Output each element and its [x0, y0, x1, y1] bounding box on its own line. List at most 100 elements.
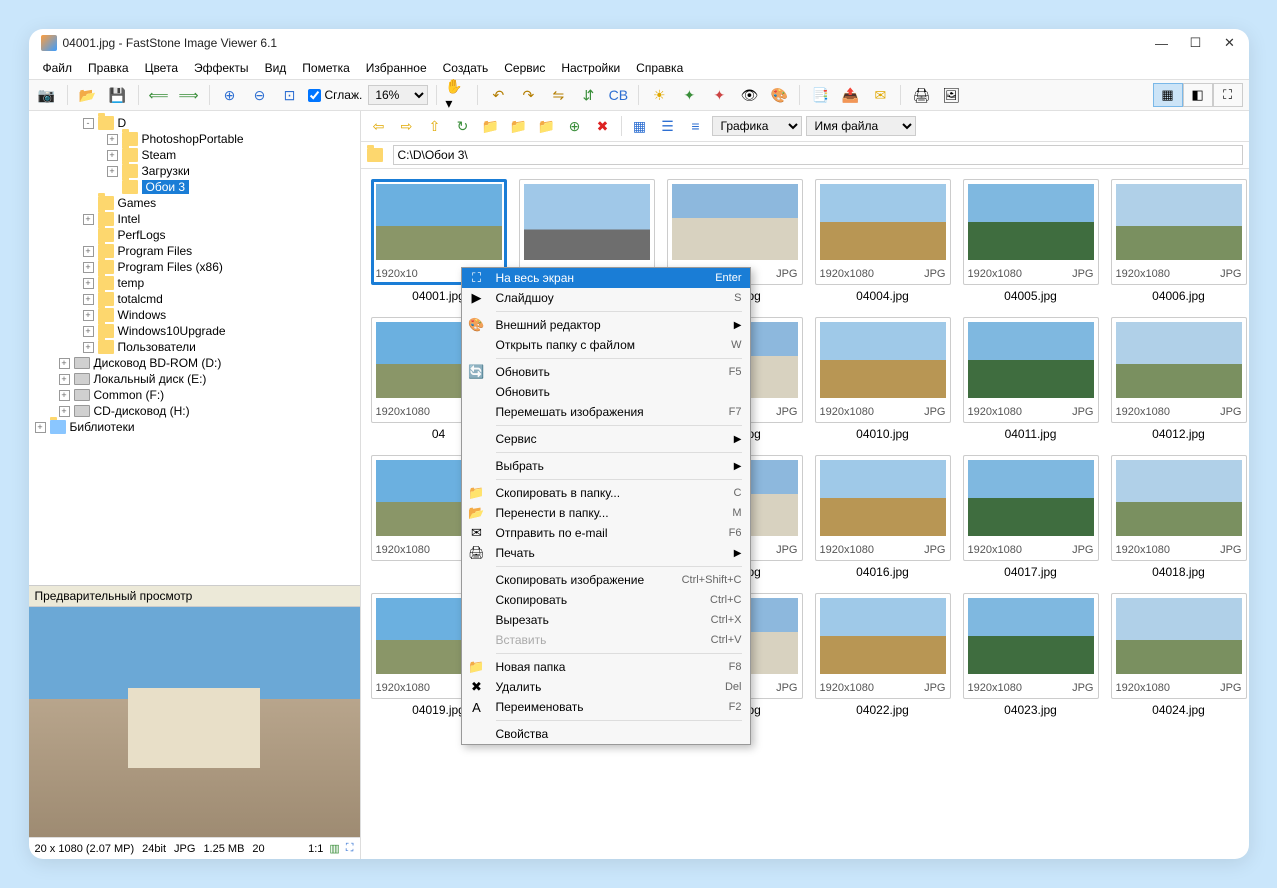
zoom-select[interactable]: 16%	[368, 85, 428, 105]
path-input[interactable]	[393, 145, 1243, 165]
tree-node[interactable]: +CD-дисковод (H:)	[29, 403, 360, 419]
menu-файл[interactable]: Файл	[37, 59, 79, 77]
tree-node[interactable]: +Пользователи	[29, 339, 360, 355]
rotate-right-icon[interactable]: ↷	[516, 83, 540, 107]
tree-node[interactable]: +temp	[29, 275, 360, 291]
ctx-item[interactable]: Скопировать изображениеCtrl+Shift+C	[462, 570, 750, 590]
wallpaper-icon[interactable]: 🖼	[939, 83, 963, 107]
menu-настройки[interactable]: Настройки	[555, 59, 626, 77]
ctx-item[interactable]: Сервис▶	[462, 429, 750, 449]
hand-icon[interactable]: ✋▾	[445, 83, 469, 107]
ctx-item[interactable]: 🖨Печать▶	[462, 543, 750, 563]
next-icon[interactable]: ⟹	[177, 83, 201, 107]
fav-add-icon[interactable]: ⊕	[563, 114, 587, 138]
nav-back-icon[interactable]: ⇦	[367, 114, 391, 138]
thumbnail[interactable]: 1920x1080JPG04017.jpg	[963, 455, 1099, 579]
delete-icon[interactable]: ✖	[591, 114, 615, 138]
tree-node[interactable]: +Intel	[29, 211, 360, 227]
redeye-icon[interactable]: 👁	[737, 83, 761, 107]
ctx-item[interactable]: 🎨Внешний редактор▶	[462, 315, 750, 335]
ctx-item[interactable]: ✉Отправить по e-mailF6	[462, 523, 750, 543]
ctx-item[interactable]: ВырезатьCtrl+X	[462, 610, 750, 630]
zoom-in-icon[interactable]: ⊕	[218, 83, 242, 107]
thumbnail[interactable]: 1920x1080JPG04012.jpg	[1111, 317, 1247, 441]
ctx-item[interactable]: Выбрать▶	[462, 456, 750, 476]
filter-select[interactable]: Графика	[712, 116, 802, 136]
menu-цвета[interactable]: Цвета	[139, 59, 184, 77]
ctx-item[interactable]: Обновить	[462, 382, 750, 402]
tree-node[interactable]: +Библиотеки	[29, 419, 360, 435]
minimize-button[interactable]: —	[1155, 36, 1169, 50]
ctx-item[interactable]: AПереименоватьF2	[462, 697, 750, 717]
menu-правка[interactable]: Правка	[82, 59, 135, 77]
tree-node[interactable]: +Windows10Upgrade	[29, 323, 360, 339]
tree-node[interactable]: +Загрузки	[29, 163, 360, 179]
ctx-item[interactable]: Перемешать изображенияF7	[462, 402, 750, 422]
move-folder-icon[interactable]: 📤	[838, 83, 862, 107]
tree-node[interactable]: PerfLogs	[29, 227, 360, 243]
tree-node[interactable]: +PhotoshopPortable	[29, 131, 360, 147]
fav2-icon[interactable]: 📁	[507, 114, 531, 138]
tree-node[interactable]: +Steam	[29, 147, 360, 163]
ctx-item[interactable]: Свойства	[462, 724, 750, 744]
ctx-item[interactable]: 📂Перенести в папку...M	[462, 503, 750, 523]
menu-вид[interactable]: Вид	[259, 59, 293, 77]
maximize-button[interactable]: ☐	[1189, 36, 1203, 50]
view-list-icon[interactable]: ☰	[656, 114, 680, 138]
tree-node[interactable]: -D	[29, 115, 360, 131]
menu-эффекты[interactable]: Эффекты	[188, 59, 255, 77]
view-large-icon[interactable]: ▦	[628, 114, 652, 138]
folder-tree[interactable]: -D+PhotoshopPortable+Steam+ЗагрузкиОбои …	[29, 111, 360, 585]
smooth-checkbox[interactable]	[308, 89, 321, 102]
flip-h-icon[interactable]: ⇋	[546, 83, 570, 107]
thumbnail[interactable]: 1920x1080JPG04022.jpg	[815, 593, 951, 717]
fullscreen-icon[interactable]: ⛶	[346, 842, 354, 855]
thumbnail[interactable]: 1920x1080JPG04006.jpg	[1111, 179, 1247, 303]
effect2-icon[interactable]: ✦	[677, 83, 701, 107]
tree-node[interactable]: Обои 3	[29, 179, 360, 195]
zoom-fit-icon[interactable]: ⊡	[278, 83, 302, 107]
ctx-item[interactable]: 📁Новая папкаF8	[462, 657, 750, 677]
ctx-item[interactable]: ⛶На весь экранEnter	[462, 268, 750, 288]
rotate-left-icon[interactable]: ↶	[486, 83, 510, 107]
thumbnail[interactable]: 1920x1080JPG04018.jpg	[1111, 455, 1247, 579]
ctx-item[interactable]: ✖УдалитьDel	[462, 677, 750, 697]
tree-node[interactable]: +totalcmd	[29, 291, 360, 307]
menu-справка[interactable]: Справка	[630, 59, 689, 77]
tree-node[interactable]: +Локальный диск (E:)	[29, 371, 360, 387]
thumbnail[interactable]: 1920x1080JPG04011.jpg	[963, 317, 1099, 441]
tree-node[interactable]: +Дисковод BD-ROM (D:)	[29, 355, 360, 371]
view-fullscreen-button[interactable]: ⛶	[1213, 83, 1243, 107]
open-icon[interactable]: 📂	[76, 83, 100, 107]
effect3-icon[interactable]: ✦	[707, 83, 731, 107]
ctx-item[interactable]: ▶СлайдшоуS	[462, 288, 750, 308]
color-icon[interactable]: 🎨	[767, 83, 791, 107]
fav1-icon[interactable]: 📁	[479, 114, 503, 138]
histogram-icon[interactable]: ▥	[329, 842, 339, 855]
sort-select[interactable]: Имя файла	[806, 116, 916, 136]
thumbnail[interactable]: 1920x1080JPG04010.jpg	[815, 317, 951, 441]
effect1-icon[interactable]: ☀	[647, 83, 671, 107]
flip-v-icon[interactable]: ⇵	[576, 83, 600, 107]
thumbnail[interactable]: 1920x1080JPG04004.jpg	[815, 179, 951, 303]
nav-up-icon[interactable]: ⇧	[423, 114, 447, 138]
tree-node[interactable]: +Program Files (x86)	[29, 259, 360, 275]
thumbnail[interactable]: 1920x1080JPG04016.jpg	[815, 455, 951, 579]
ctx-item[interactable]: СкопироватьCtrl+C	[462, 590, 750, 610]
tree-node[interactable]: +Program Files	[29, 243, 360, 259]
thumbnail[interactable]: 1920x1080JPG04024.jpg	[1111, 593, 1247, 717]
menu-сервис[interactable]: Сервис	[498, 59, 551, 77]
copy-folder-icon[interactable]: 📑	[808, 83, 832, 107]
menu-пометка[interactable]: Пометка	[296, 59, 356, 77]
preview-image[interactable]	[29, 607, 360, 837]
menu-создать[interactable]: Создать	[437, 59, 495, 77]
thumbnail[interactable]: 1920x1080JPG04005.jpg	[963, 179, 1099, 303]
zoom-out-icon[interactable]: ⊖	[248, 83, 272, 107]
view-thumbnails-button[interactable]: ▦	[1153, 83, 1183, 107]
tree-node[interactable]: +Windows	[29, 307, 360, 323]
menu-избранное[interactable]: Избранное	[360, 59, 433, 77]
prev-icon[interactable]: ⟸	[147, 83, 171, 107]
refresh-icon[interactable]: ↻	[451, 114, 475, 138]
ctx-item[interactable]: Открыть папку с файломW	[462, 335, 750, 355]
tree-node[interactable]: Games	[29, 195, 360, 211]
